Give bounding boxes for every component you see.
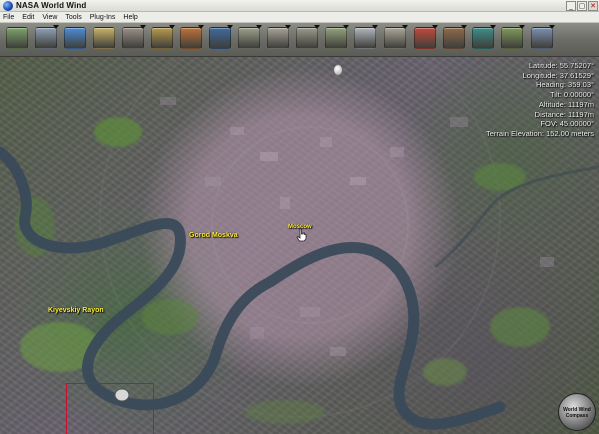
terrain-elevation-readout: Terrain Elevation: 152.00 meters: [486, 128, 594, 138]
title-bar: NASA World Wind _ ▢ ✕: [0, 0, 599, 12]
heading-readout: Heading: 359.03°: [535, 80, 594, 90]
usgs-urban-icon[interactable]: [267, 27, 289, 49]
menu-file[interactable]: File: [3, 14, 14, 21]
places-layer-icon[interactable]: [354, 27, 376, 49]
satellite-tool-icon[interactable]: [6, 27, 28, 49]
dropdown-arrow-icon[interactable]: [343, 25, 349, 29]
dropdown-arrow-icon[interactable]: [314, 25, 320, 29]
place-label-district[interactable]: Kiyevskiy Rayon: [48, 307, 104, 314]
hand-cursor-icon: [296, 228, 307, 242]
zoomit-layer-icon[interactable]: [325, 27, 347, 49]
menu-edit[interactable]: Edit: [22, 14, 34, 21]
dropdown-arrow-icon[interactable]: [402, 25, 408, 29]
layer-manager-icon[interactable]: [122, 27, 144, 49]
minimize-button[interactable]: _: [566, 1, 576, 11]
weather-layer-icon[interactable]: [180, 27, 202, 49]
dropdown-arrow-icon[interactable]: [519, 25, 525, 29]
dropdown-arrow-icon[interactable]: [490, 25, 496, 29]
dropdown-arrow-icon[interactable]: [372, 25, 378, 29]
terrain-layer-icon[interactable]: [501, 27, 523, 49]
scale-bar-icon[interactable]: [531, 27, 553, 49]
usgs-ortho-icon[interactable]: [296, 27, 318, 49]
dropdown-arrow-icon[interactable]: [461, 25, 467, 29]
place-label-city[interactable]: Gorod Moskva: [189, 232, 238, 239]
flag-layer-icon[interactable]: [414, 27, 436, 49]
atmosphere-layer-icon[interactable]: [472, 27, 494, 49]
window-title: NASA World Wind: [16, 1, 87, 10]
maximize-button[interactable]: ▢: [577, 1, 587, 11]
menu-plugins[interactable]: Plug-Ins: [90, 14, 116, 21]
compass-label-line2: Compass: [565, 412, 589, 419]
search-tool-icon[interactable]: [93, 27, 115, 49]
tilt-readout: Tilt: 0.00000°: [550, 90, 594, 100]
menu-view[interactable]: View: [42, 14, 57, 21]
world-wind-app-icon: [3, 0, 13, 11]
dropdown-arrow-icon[interactable]: [256, 25, 262, 29]
bluemarble-layer-icon[interactable]: [209, 27, 231, 49]
fov-readout: FOV: 45.00000°: [540, 119, 594, 129]
menu-tools[interactable]: Tools: [65, 14, 81, 21]
boundaries-layer-icon[interactable]: [384, 27, 406, 49]
dropdown-arrow-icon[interactable]: [549, 25, 555, 29]
dropdown-arrow-icon[interactable]: [169, 25, 175, 29]
dropdown-arrow-icon[interactable]: [285, 25, 291, 29]
usgs-topo-icon[interactable]: [238, 27, 260, 49]
longitude-readout: Longitude: 37.61529°: [522, 70, 594, 80]
toolbar: [0, 23, 599, 57]
globe-tool-icon[interactable]: [64, 27, 86, 49]
menu-bar: File Edit View Tools Plug-Ins Help: [0, 12, 599, 23]
position-readout: Latitude: 55.75207° Longitude: 37.61529°…: [486, 61, 594, 139]
grid-tool-icon[interactable]: [35, 27, 57, 49]
menu-help[interactable]: Help: [123, 14, 137, 21]
distance-readout: Distance: 11197m: [534, 109, 594, 119]
altitude-readout: Altitude: 11197m: [538, 99, 594, 109]
satellite-icon: [334, 65, 342, 75]
latitude-readout: Latitude: 55.75207°: [528, 61, 594, 70]
landmarks-layer-icon[interactable]: [443, 27, 465, 49]
close-button[interactable]: ✕: [588, 1, 598, 11]
dropdown-arrow-icon[interactable]: [198, 25, 204, 29]
compass-label: World Wind Compass: [561, 407, 593, 419]
dropdown-arrow-icon[interactable]: [227, 25, 233, 29]
globe-viewport[interactable]: Latitude: 55.75207° Longitude: 37.61529°…: [0, 57, 599, 434]
dropdown-arrow-icon[interactable]: [53, 25, 59, 29]
window-controls: _ ▢ ✕: [566, 1, 598, 11]
dropdown-arrow-icon[interactable]: [432, 25, 438, 29]
dropdown-arrow-icon[interactable]: [140, 25, 146, 29]
selection-marker-box: [66, 383, 154, 434]
landsat-layer-icon[interactable]: [151, 27, 173, 49]
